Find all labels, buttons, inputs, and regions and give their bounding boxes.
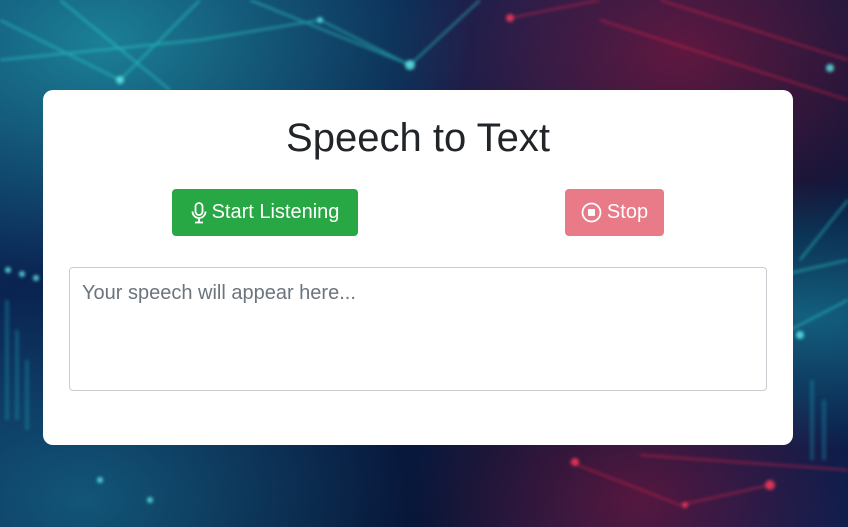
stop-button[interactable]: Stop xyxy=(565,189,664,236)
stop-circle-icon xyxy=(581,202,602,223)
start-listening-label: Start Listening xyxy=(211,201,340,223)
start-listening-button[interactable]: Start Listening xyxy=(172,189,358,236)
microphone-icon xyxy=(191,201,207,224)
stop-label: Stop xyxy=(606,201,649,223)
speech-card: Speech to Text Start Listening Stop xyxy=(43,90,793,445)
page-title: Speech to Text xyxy=(286,116,550,160)
speech-output-textarea[interactable] xyxy=(69,267,767,391)
